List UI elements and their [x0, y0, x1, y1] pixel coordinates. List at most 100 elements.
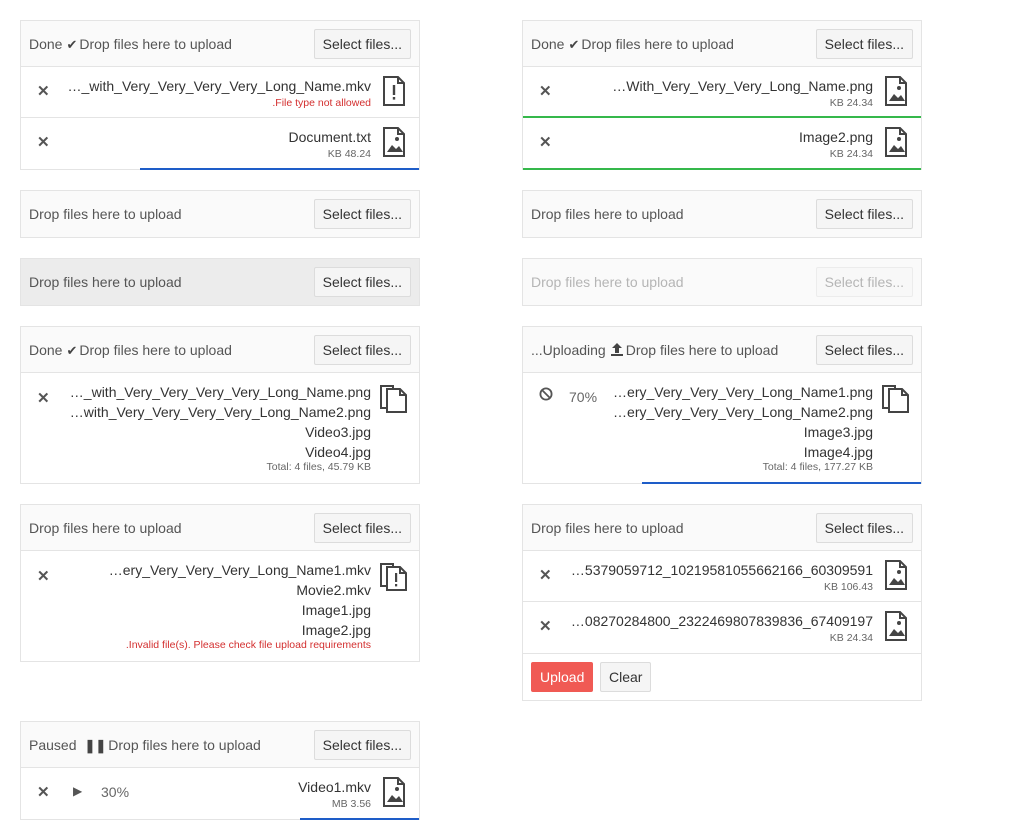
- file-name: Image3.jpg: [803, 424, 873, 440]
- file-name: Image2.png: [799, 129, 873, 145]
- image-file-icon: [883, 611, 909, 646]
- upload-widget-7: Done ✔ Drop files here to upload Select fi…: [20, 326, 420, 484]
- check-icon: ✔: [66, 37, 78, 52]
- dropzone[interactable]: ...Uploading Drop files here to upload Se…: [523, 327, 921, 373]
- drop-hint: Drop files here to upload: [625, 342, 779, 358]
- upload-status: Done ✔ Drop files here to upload: [531, 21, 734, 68]
- files-error-icon: [379, 561, 409, 596]
- clear-button[interactable]: Clear: [600, 662, 652, 692]
- upload-button[interactable]: Upload: [531, 662, 594, 692]
- remove-file-icon[interactable]: ✕: [37, 82, 50, 100]
- upload-widget-3: Drop files here to upload Select files..…: [20, 190, 420, 238]
- file-name: Video1.mkv: [298, 779, 371, 795]
- remove-file-icon[interactable]: ✕: [539, 617, 552, 635]
- pause-icon: ❚❚: [84, 738, 107, 753]
- check-icon: ✔: [66, 343, 78, 358]
- upload-status: ...Uploading Drop files here to upload: [531, 327, 778, 374]
- drop-hint: Drop files here to upload: [29, 274, 182, 290]
- dropzone[interactable]: Drop files here to upload Select files..…: [523, 505, 921, 551]
- upload-widget-5: Drop files here to upload Select files..…: [20, 258, 420, 306]
- drop-hint: Drop files here to upload: [531, 206, 684, 222]
- dropzone[interactable]: Done ✔ Drop files here to upload Select fi…: [21, 21, 419, 67]
- select-files-button[interactable]: Select files...: [313, 730, 411, 760]
- status-text: ...Uploading: [531, 342, 606, 358]
- dropzone[interactable]: Done ✔ Drop files here to upload Select fi…: [21, 327, 419, 373]
- action-buttons: Upload Clear: [523, 653, 921, 700]
- files-icon: [881, 383, 911, 418]
- batch-file-item: 70% …ery_Very_Very_Very_Long_Name1.png ……: [523, 373, 921, 484]
- file-name: Image4.jpg: [803, 444, 873, 460]
- dropzone[interactable]: Drop files here to upload Select files..…: [21, 259, 419, 305]
- cancel-icon[interactable]: [539, 387, 553, 405]
- select-files-button[interactable]: Select files...: [815, 29, 913, 59]
- select-files-button[interactable]: Select files...: [815, 199, 913, 229]
- progress-bar: [523, 168, 921, 170]
- image-file-icon: [883, 560, 909, 595]
- file-name: …ery_Very_Very_Very_Long_Name2.png: [613, 404, 873, 420]
- file-name: Movie2.mkv: [296, 582, 371, 598]
- remove-file-icon[interactable]: ✕: [37, 389, 50, 407]
- image-file-icon: [883, 127, 909, 162]
- file-size: KB 48.24: [327, 148, 371, 160]
- upload-widget-1: Done ✔ Drop files here to upload Select fi…: [20, 20, 420, 170]
- select-files-button[interactable]: Select files...: [313, 29, 411, 59]
- file-name: …5379059712_10219581055662166_60309591: [570, 562, 873, 578]
- file-name: Image2.jpg: [301, 622, 371, 638]
- file-name: …with_Very_Very_Very_Very_Long_Name2.png: [69, 404, 371, 420]
- dropzone[interactable]: Drop files here to upload Select files..…: [523, 191, 921, 237]
- drop-hint: Drop files here to upload: [581, 36, 734, 52]
- image-file-icon: [381, 127, 407, 162]
- upload-widget-9: Drop files here to upload Select files..…: [20, 504, 420, 662]
- image-file-icon: [883, 76, 909, 111]
- remove-file-icon[interactable]: ✕: [539, 82, 552, 100]
- upload-widget-11: Paused ❚❚ Drop files here to upload Select…: [20, 721, 420, 820]
- remove-file-icon[interactable]: ✕: [37, 783, 50, 801]
- progress-bar: [299, 818, 419, 820]
- drop-hint: Drop files here to upload: [531, 274, 684, 290]
- dropzone[interactable]: Paused ❚❚ Drop files here to upload Select…: [21, 722, 419, 768]
- image-file-icon: [381, 777, 407, 812]
- status-text: Done: [29, 36, 63, 52]
- select-files-button[interactable]: Select files...: [815, 513, 913, 543]
- file-item: ✕ Document.txt KB 48.24: [21, 118, 419, 170]
- file-size: KB 24.34: [829, 632, 873, 644]
- file-item: ✕ …With_Very_Very_Very_Long_Name.png KB …: [523, 67, 921, 118]
- drop-hint: Drop files here to upload: [108, 737, 261, 753]
- dropzone[interactable]: Drop files here to upload Select files..…: [21, 505, 419, 551]
- file-item: ✕ Image2.png KB 24.34: [523, 118, 921, 170]
- batch-file-item: ✕ …_with_Very_Very_Very_Very_Long_Name.p…: [21, 373, 419, 483]
- select-files-button[interactable]: Select files...: [313, 267, 411, 297]
- upload-widget-10: Drop files here to upload Select files..…: [522, 504, 922, 701]
- remove-file-icon[interactable]: ✕: [37, 567, 50, 585]
- file-error-icon: [381, 76, 407, 111]
- upload-status: Done ✔ Drop files here to upload: [29, 327, 232, 374]
- upload-status: Done ✔ Drop files here to upload: [29, 21, 232, 68]
- remove-file-icon[interactable]: ✕: [539, 133, 552, 151]
- select-files-button[interactable]: Select files...: [313, 335, 411, 365]
- dropzone[interactable]: Drop files here to upload Select files..…: [21, 191, 419, 237]
- file-item: ✕ …08270284800_2322469807839836_67409197…: [523, 602, 921, 653]
- file-item: ✕ …_with_Very_Very_Very_Very_Long_Name.m…: [21, 67, 419, 118]
- remove-file-icon[interactable]: ✕: [37, 133, 50, 151]
- check-icon: ✔: [568, 37, 580, 52]
- progress-bar: [140, 168, 419, 170]
- select-files-button[interactable]: Select files...: [313, 199, 411, 229]
- remove-file-icon[interactable]: ✕: [539, 566, 552, 584]
- file-item: ✕ ▶ 30% Video1.mkv MB 3.56: [21, 768, 419, 820]
- file-name: Image1.jpg: [301, 602, 371, 618]
- select-files-button[interactable]: Select files...: [815, 335, 913, 365]
- batch-error: .Invalid file(s). Please check file uplo…: [125, 639, 371, 651]
- file-name: …ery_Very_Very_Very_Long_Name1.png: [613, 384, 873, 400]
- progress-bar: [642, 482, 921, 484]
- upload-widget-8: ...Uploading Drop files here to upload Se…: [522, 326, 922, 484]
- file-size: KB 24.34: [829, 148, 873, 160]
- resume-icon[interactable]: ▶: [73, 784, 82, 798]
- dropzone[interactable]: Done ✔ Drop files here to upload Select fi…: [523, 21, 921, 67]
- file-name: Video4.jpg: [305, 444, 371, 460]
- dropzone: Drop files here to upload Select files..…: [523, 259, 921, 305]
- status-text: Paused: [29, 737, 77, 753]
- select-files-button[interactable]: Select files...: [313, 513, 411, 543]
- file-error: .File type not allowed: [272, 97, 371, 109]
- file-name: Document.txt: [288, 129, 371, 145]
- upload-widget-6: Drop files here to upload Select files..…: [522, 258, 922, 306]
